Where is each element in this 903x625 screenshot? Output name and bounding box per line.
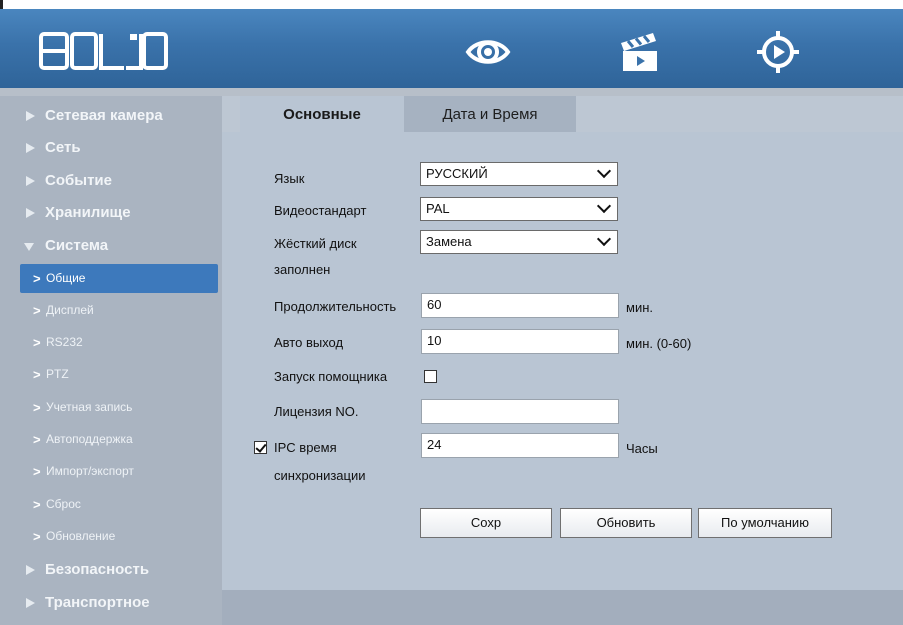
collapse-triangle-icon bbox=[24, 243, 34, 251]
startup-wizard-checkbox[interactable] bbox=[424, 370, 437, 383]
window-edge-mark bbox=[0, 0, 3, 9]
language-select[interactable]: РУССКИЙ bbox=[420, 162, 618, 186]
sidebar-subitem-upgrade[interactable]: > Обновление bbox=[0, 522, 222, 551]
video-standard-select[interactable]: PAL bbox=[420, 197, 618, 221]
startup-wizard-label: Запуск помощника bbox=[274, 369, 388, 384]
sidebar-subitem-general[interactable]: > Общие bbox=[20, 264, 218, 293]
content-panel: Основные Дата и Время Язык РУССКИЙ Видео… bbox=[222, 96, 903, 590]
chevron-down-icon bbox=[596, 163, 612, 179]
license-label: Лицензия NO. bbox=[274, 404, 359, 419]
expand-triangle-icon bbox=[26, 176, 35, 186]
hdd-full-select[interactable]: Замена bbox=[420, 230, 618, 254]
expand-triangle-icon bbox=[26, 598, 35, 608]
save-button[interactable]: Сохр bbox=[420, 508, 552, 538]
sidebar-item-event[interactable]: Событие bbox=[0, 166, 222, 196]
auto-logout-label: Авто выход bbox=[274, 335, 344, 350]
language-label: Язык bbox=[274, 171, 305, 186]
tab-general[interactable]: Основные bbox=[240, 96, 404, 132]
sidebar-item-system[interactable]: Система bbox=[0, 231, 222, 261]
ipc-sync-label-line1: IPC время bbox=[274, 440, 337, 455]
chevron-right-icon: > bbox=[33, 367, 41, 382]
crosshair-icon[interactable] bbox=[755, 29, 801, 75]
expand-triangle-icon bbox=[26, 111, 35, 121]
expand-triangle-icon bbox=[26, 565, 35, 575]
chevron-down-icon bbox=[596, 198, 612, 214]
sidebar-item-storage[interactable]: Хранилище bbox=[0, 198, 222, 228]
sidebar: Сетевая камера Сеть Событие Хранилище Си… bbox=[0, 96, 222, 625]
eye-icon[interactable] bbox=[465, 29, 511, 75]
sidebar-subitem-rs232[interactable]: > RS232 bbox=[0, 328, 222, 357]
duration-label: Продолжительность bbox=[274, 299, 397, 314]
default-button[interactable]: По умолчанию bbox=[698, 508, 832, 538]
ipc-sync-input[interactable]: 24 bbox=[421, 433, 619, 458]
sidebar-subitem-display[interactable]: > Дисплей bbox=[0, 296, 222, 325]
checkmark-icon bbox=[255, 441, 267, 453]
bottom-strip bbox=[222, 590, 903, 625]
chevron-right-icon: > bbox=[33, 335, 41, 350]
duration-unit: мин. bbox=[626, 300, 653, 315]
sidebar-item-network[interactable]: Сеть bbox=[0, 133, 222, 163]
sidebar-subitem-import-export[interactable]: > Импорт/экспорт bbox=[0, 457, 222, 486]
sidebar-item-transport[interactable]: Транспортное bbox=[0, 588, 222, 618]
header-bar bbox=[0, 9, 903, 88]
bolid-logo bbox=[39, 32, 168, 70]
chevron-right-icon: > bbox=[33, 400, 41, 415]
tab-date-time[interactable]: Дата и Время bbox=[404, 96, 576, 132]
chevron-right-icon: > bbox=[33, 303, 41, 318]
hdd-full-label-line2: заполнен bbox=[274, 262, 331, 277]
top-strip bbox=[0, 0, 903, 9]
video-standard-label: Видеостандарт bbox=[274, 203, 367, 218]
license-input[interactable] bbox=[421, 399, 619, 424]
hdd-full-label-line1: Жёсткий диск bbox=[274, 236, 357, 251]
sidebar-item-security[interactable]: Безопасность bbox=[0, 555, 222, 585]
chevron-right-icon: > bbox=[33, 271, 41, 286]
sidebar-subitem-account[interactable]: > Учетная запись bbox=[0, 393, 222, 422]
chevron-down-icon bbox=[596, 231, 612, 247]
auto-logout-input[interactable]: 10 bbox=[421, 329, 619, 354]
chevron-right-icon: > bbox=[33, 529, 41, 544]
expand-triangle-icon bbox=[26, 143, 35, 153]
sidebar-item-network-camera[interactable]: Сетевая камера bbox=[0, 101, 222, 131]
ipc-sync-unit: Часы bbox=[626, 441, 658, 456]
sidebar-subitem-auto-maintain[interactable]: > Автоподдержка bbox=[0, 425, 222, 454]
duration-input[interactable]: 60 bbox=[421, 293, 619, 318]
chevron-right-icon: > bbox=[33, 464, 41, 479]
ipc-sync-checkbox[interactable] bbox=[254, 441, 267, 454]
auto-logout-unit: мин. (0-60) bbox=[626, 336, 692, 351]
sidebar-subitem-ptz[interactable]: > PTZ bbox=[0, 360, 222, 389]
header-gap bbox=[0, 88, 903, 96]
refresh-button[interactable]: Обновить bbox=[560, 508, 692, 538]
ipc-sync-label-line2: синхронизации bbox=[274, 468, 366, 483]
sidebar-subitem-reset[interactable]: > Сброс bbox=[0, 490, 222, 519]
clapperboard-icon[interactable] bbox=[617, 29, 663, 75]
chevron-right-icon: > bbox=[33, 432, 41, 447]
chevron-right-icon: > bbox=[33, 497, 41, 512]
expand-triangle-icon bbox=[26, 208, 35, 218]
